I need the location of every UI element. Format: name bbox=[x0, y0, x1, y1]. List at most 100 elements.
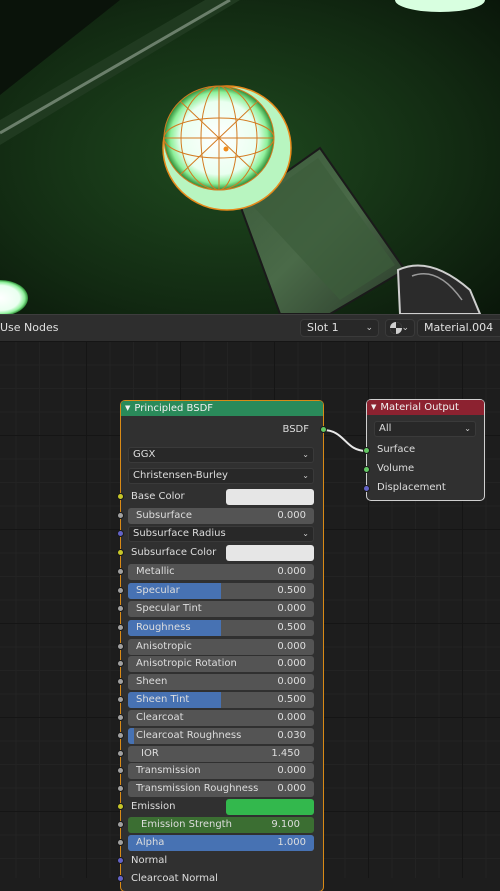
principled-bsdf-title: Principled BSDF bbox=[134, 403, 214, 414]
transmission-field[interactable]: Transmission 0.000 bbox=[128, 763, 314, 779]
subsurface-label: Subsurface bbox=[136, 510, 192, 521]
roughness-value: 0.500 bbox=[277, 622, 306, 633]
emission-strength-field[interactable]: Emission Strength 9.100 bbox=[128, 817, 314, 833]
emission-color-swatch[interactable] bbox=[226, 799, 314, 815]
sheen-field[interactable]: Sheen 0.000 bbox=[128, 674, 314, 690]
subsurface-color-socket[interactable] bbox=[117, 549, 124, 556]
transmission-roughness-label: Transmission Roughness bbox=[136, 783, 259, 794]
specular-socket[interactable] bbox=[117, 587, 124, 594]
subsurface-radius-label: Subsurface Radius bbox=[133, 528, 226, 539]
slot-dropdown[interactable]: Slot 1 ⌄ bbox=[300, 319, 379, 337]
emission-strength-socket[interactable] bbox=[117, 821, 124, 828]
sheen-value: 0.000 bbox=[277, 676, 306, 687]
ior-field[interactable]: IOR 1.450 bbox=[128, 746, 314, 762]
clearcoat-roughness-field[interactable]: Clearcoat Roughness 0.030 bbox=[128, 728, 314, 744]
anisotropic-value: 0.000 bbox=[277, 641, 306, 652]
anisotropic-field[interactable]: Anisotropic 0.000 bbox=[128, 639, 314, 655]
specular-field[interactable]: Specular 0.500 bbox=[128, 583, 314, 599]
base-color-socket[interactable] bbox=[117, 493, 124, 500]
clearcoat-roughness-socket[interactable] bbox=[117, 732, 124, 739]
subsurface-socket[interactable] bbox=[117, 512, 124, 519]
sheen-socket[interactable] bbox=[117, 678, 124, 685]
sheen-tint-label: Sheen Tint bbox=[136, 694, 190, 705]
chevron-down-icon: ⌄ bbox=[302, 471, 309, 480]
alpha-value: 1.000 bbox=[277, 837, 306, 848]
clearcoat-roughness-value: 0.030 bbox=[277, 730, 306, 741]
metallic-socket[interactable] bbox=[117, 568, 124, 575]
output-target-value: All bbox=[379, 423, 392, 434]
emission-strength-label: Emission Strength bbox=[141, 819, 232, 830]
emission-socket[interactable] bbox=[117, 803, 124, 810]
roughness-field[interactable]: Roughness 0.500 bbox=[128, 620, 314, 636]
volume-label: Volume bbox=[377, 463, 415, 474]
specular-label: Specular bbox=[136, 585, 180, 596]
displacement-label: Displacement bbox=[377, 482, 446, 493]
chevron-down-icon: ⌄ bbox=[464, 424, 471, 433]
sheen-label: Sheen bbox=[136, 676, 168, 687]
subsurface-value: 0.000 bbox=[277, 510, 306, 521]
transmission-roughness-socket[interactable] bbox=[117, 785, 124, 792]
use-nodes-label[interactable]: Use Nodes bbox=[0, 321, 59, 334]
sheen-tint-field[interactable]: Sheen Tint 0.500 bbox=[128, 692, 314, 708]
selected-lamp-sphere[interactable] bbox=[162, 85, 292, 211]
chevron-down-icon: ⌄ bbox=[401, 323, 409, 333]
viewport-render bbox=[0, 0, 500, 314]
node-editor-canvas[interactable]: ▼ Principled BSDF BSDF GGX ⌄ Christensen-… bbox=[0, 341, 500, 891]
material-output-title: Material Output bbox=[380, 402, 459, 413]
material-output-header[interactable]: ▼ Material Output bbox=[367, 400, 484, 415]
principled-bsdf-header[interactable]: ▼ Principled BSDF bbox=[121, 401, 323, 416]
subsurface-radius-socket[interactable] bbox=[117, 530, 124, 537]
transmission-value: 0.000 bbox=[277, 765, 306, 776]
roughness-label: Roughness bbox=[136, 622, 191, 633]
bsdf-output-label: BSDF bbox=[282, 424, 309, 435]
subsurface-field[interactable]: Subsurface 0.000 bbox=[128, 508, 314, 524]
material-browse-button[interactable]: ⌄ bbox=[385, 319, 415, 337]
base-color-row: Base Color bbox=[128, 489, 314, 505]
subsurface-color-label: Subsurface Color bbox=[131, 547, 217, 558]
specular-tint-field[interactable]: Specular Tint 0.000 bbox=[128, 601, 314, 617]
transmission-roughness-field[interactable]: Transmission Roughness 0.000 bbox=[128, 781, 314, 797]
principled-bsdf-node[interactable]: ▼ Principled BSDF BSDF GGX ⌄ Christensen-… bbox=[117, 401, 327, 891]
specular-tint-value: 0.000 bbox=[277, 603, 306, 614]
anisotropic-label: Anisotropic bbox=[136, 641, 192, 652]
distribution-dropdown[interactable]: GGX ⌄ bbox=[128, 447, 314, 463]
volume-input-socket[interactable] bbox=[363, 466, 370, 473]
clearcoat-normal-socket[interactable] bbox=[117, 875, 124, 882]
material-name-field[interactable]: Material.004 bbox=[417, 319, 500, 337]
metallic-field[interactable]: Metallic 0.000 bbox=[128, 564, 314, 580]
material-output-node[interactable]: ▼ Material Output All ⌄ Surface Volume Di… bbox=[363, 400, 484, 500]
normal-socket[interactable] bbox=[117, 857, 124, 864]
3d-viewport[interactable] bbox=[0, 0, 500, 314]
collapse-triangle-icon[interactable]: ▼ bbox=[371, 403, 376, 411]
metallic-value: 0.000 bbox=[277, 566, 306, 577]
chevron-down-icon: ⌄ bbox=[302, 529, 309, 538]
ior-socket[interactable] bbox=[117, 750, 124, 757]
output-target-dropdown[interactable]: All ⌄ bbox=[374, 421, 476, 437]
surface-input-socket[interactable] bbox=[363, 447, 370, 454]
node-editor-header: Use Nodes Slot 1 ⌄ ⌄ Material.004 bbox=[0, 314, 500, 342]
alpha-field[interactable]: Alpha 1.000 bbox=[128, 835, 314, 851]
anisotropic-rotation-label: Anisotropic Rotation bbox=[136, 658, 237, 669]
subsurface-radius-dropdown[interactable]: Subsurface Radius ⌄ bbox=[128, 526, 314, 542]
clearcoat-field[interactable]: Clearcoat 0.000 bbox=[128, 710, 314, 726]
base-color-swatch[interactable] bbox=[226, 489, 314, 505]
alpha-label: Alpha bbox=[136, 837, 165, 848]
clearcoat-socket[interactable] bbox=[117, 714, 124, 721]
anisotropic-rotation-field[interactable]: Anisotropic Rotation 0.000 bbox=[128, 656, 314, 672]
collapse-triangle-icon[interactable]: ▼ bbox=[125, 404, 130, 412]
sheen-tint-socket[interactable] bbox=[117, 696, 124, 703]
anisotropic-rotation-socket[interactable] bbox=[117, 660, 124, 667]
specular-tint-socket[interactable] bbox=[117, 605, 124, 612]
transmission-socket[interactable] bbox=[117, 767, 124, 774]
subsurface-color-swatch[interactable] bbox=[226, 545, 314, 561]
displacement-input-socket[interactable] bbox=[363, 485, 370, 492]
roughness-socket[interactable] bbox=[117, 624, 124, 631]
base-color-label: Base Color bbox=[131, 491, 185, 502]
ior-label: IOR bbox=[141, 748, 159, 759]
specular-value: 0.500 bbox=[277, 585, 306, 596]
anisotropic-socket[interactable] bbox=[117, 643, 124, 650]
subsurface-method-dropdown[interactable]: Christensen-Burley ⌄ bbox=[128, 468, 314, 484]
clearcoat-roughness-fill bbox=[128, 728, 134, 744]
bsdf-output-socket[interactable] bbox=[320, 426, 327, 433]
alpha-socket[interactable] bbox=[117, 839, 124, 846]
